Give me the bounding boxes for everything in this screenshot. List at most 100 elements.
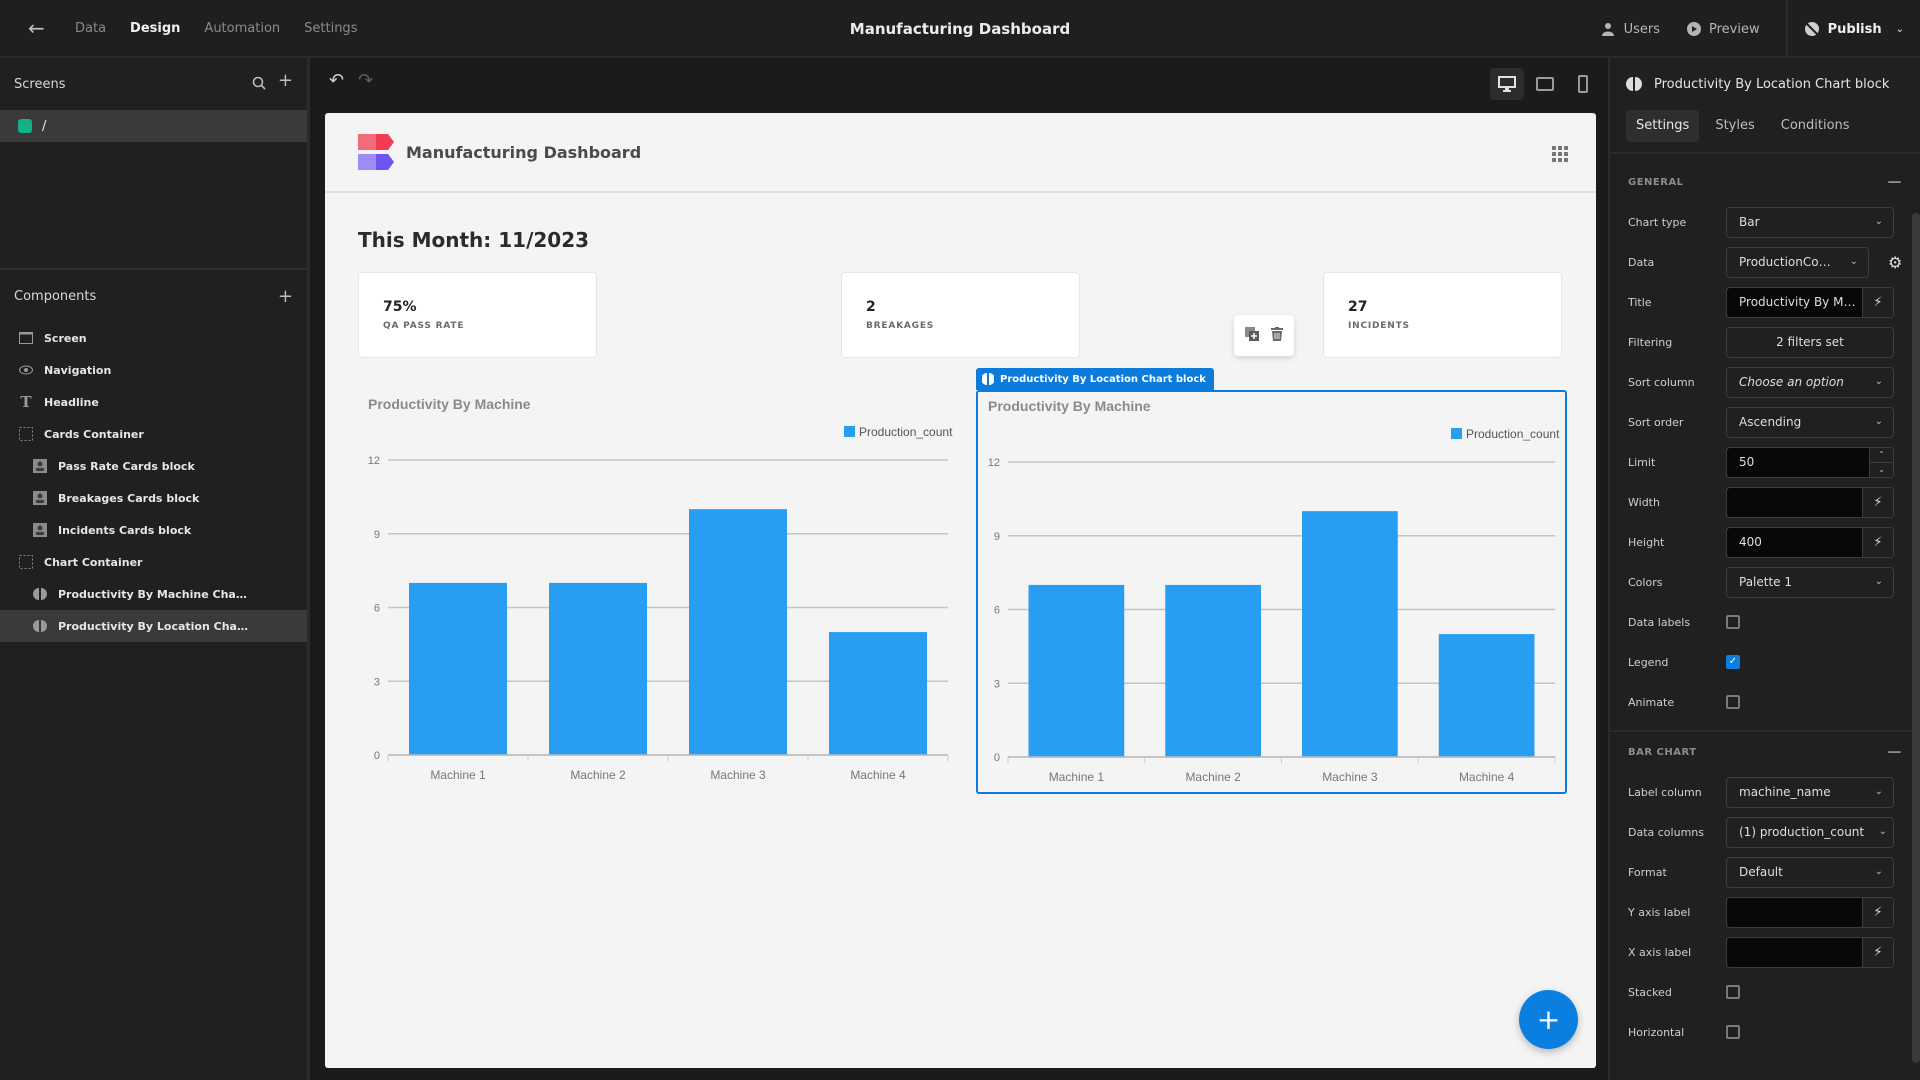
binding-bolt-icon[interactable]: ⚡︎	[1862, 287, 1893, 317]
add-component-icon[interactable]: +	[278, 286, 293, 307]
binding-bolt-icon[interactable]: ⚡︎	[1862, 487, 1893, 517]
data-labels-checkbox[interactable]	[1726, 615, 1740, 629]
sort-column-select[interactable]: Choose an option ⌄	[1726, 366, 1894, 398]
screen-item[interactable]: /	[0, 110, 307, 142]
component-label: Productivity By Machine Cha…	[58, 587, 247, 601]
mobile-view-button[interactable]	[1566, 68, 1600, 100]
productivity-by-location-chart[interactable]: Productivity By Machine Production_count 0…	[976, 390, 1567, 794]
sort-column-label: Sort column	[1628, 375, 1695, 389]
sort-column-placeholder: Choose an option	[1739, 375, 1844, 389]
height-value: 400	[1739, 535, 1762, 549]
preview-button[interactable]: Preview	[1686, 21, 1760, 37]
bar[interactable]	[689, 509, 787, 755]
component-item[interactable]: Incidents Cards block	[0, 514, 307, 546]
component-item[interactable]: Navigation	[0, 354, 307, 386]
horizontal-checkbox[interactable]	[1726, 1025, 1740, 1039]
breakages-card[interactable]: 2 BREAKAGES	[841, 272, 1080, 358]
binding-bolt-icon[interactable]: ⚡︎	[1862, 937, 1893, 967]
sort-order-value: Ascending	[1739, 415, 1802, 429]
collapse-icon[interactable]: —	[1888, 744, 1903, 760]
users-button[interactable]: Users	[1601, 21, 1660, 37]
duplicate-icon[interactable]	[1245, 326, 1259, 345]
component-item[interactable]: Cards Container	[0, 418, 307, 450]
chart-icon	[32, 618, 48, 634]
component-item[interactable]: Pass Rate Cards block	[0, 450, 307, 482]
component-item[interactable]: Productivity By Machine Cha…	[0, 578, 307, 610]
sort-order-select[interactable]: Ascending ⌄	[1726, 406, 1894, 438]
component-item[interactable]: Chart Container	[0, 546, 307, 578]
gear-icon[interactable]: ⚙	[1888, 253, 1902, 272]
filtering-button[interactable]: 2 filters set	[1726, 326, 1894, 358]
width-input[interactable]: ⚡︎	[1726, 486, 1894, 518]
component-item[interactable]: T Headline	[0, 386, 307, 418]
height-input[interactable]: 400 ⚡︎	[1726, 526, 1894, 558]
legend-label[interactable]: Production_count	[1466, 427, 1560, 441]
y-tick-label: 3	[374, 676, 380, 688]
chart-icon	[32, 586, 48, 602]
tab-automation[interactable]: Automation	[204, 0, 280, 58]
binding-bolt-icon[interactable]: ⚡︎	[1862, 897, 1893, 927]
component-label: Headline	[44, 395, 99, 409]
desktop-view-button[interactable]	[1490, 68, 1524, 100]
format-select[interactable]: Default ⌄	[1726, 856, 1894, 888]
card-value: 2	[866, 299, 876, 315]
bar[interactable]	[1028, 584, 1125, 757]
legend-checkbox[interactable]: ✓	[1726, 655, 1740, 669]
undo-icon[interactable]: ↶	[329, 70, 344, 91]
y-tick-label: 6	[994, 605, 1000, 617]
card-icon	[32, 458, 48, 474]
data-columns-select[interactable]: (1) production_count ⌄	[1726, 816, 1894, 848]
colors-select[interactable]: Palette 1 ⌄	[1726, 566, 1894, 598]
chevron-down-icon: ⌄	[1874, 575, 1883, 587]
tab-styles[interactable]: Styles	[1705, 110, 1764, 142]
limit-stepper[interactable]: ⌃ ⌄	[1869, 447, 1893, 477]
title-input[interactable]: Productivity By M… ⚡︎	[1726, 286, 1894, 318]
bar[interactable]	[829, 632, 927, 755]
productivity-by-machine-chart[interactable]: Productivity By Machine Production_count 0…	[358, 390, 958, 792]
tab-settings[interactable]: Settings	[304, 0, 357, 58]
settings-scrollbar[interactable]	[1912, 213, 1920, 1063]
bar[interactable]	[1165, 584, 1261, 757]
bar[interactable]	[1438, 634, 1535, 757]
limit-input[interactable]: 50 ⌃ ⌄	[1726, 446, 1894, 478]
x-tick-label: Machine 1	[430, 768, 486, 782]
legend-label[interactable]: Production_count	[859, 425, 953, 439]
tablet-view-button[interactable]	[1528, 68, 1562, 100]
tab-conditions[interactable]: Conditions	[1771, 110, 1860, 142]
stacked-checkbox[interactable]	[1726, 985, 1740, 999]
component-item[interactable]: Breakages Cards block	[0, 482, 307, 514]
y-tick-label: 0	[994, 752, 1000, 764]
component-item[interactable]: Screen	[0, 322, 307, 354]
back-arrow-icon[interactable]: ←	[28, 17, 50, 39]
binding-bolt-icon[interactable]: ⚡︎	[1862, 527, 1893, 557]
x-axis-label-input[interactable]: ⚡︎	[1726, 936, 1894, 968]
data-source-select[interactable]: ProductionCo… ⌄	[1726, 246, 1869, 278]
add-component-fab[interactable]: +	[1519, 990, 1578, 1049]
x-tick-label: Machine 3	[710, 768, 766, 782]
component-tree: Screen Navigation T Headline Cards Container…	[0, 322, 307, 642]
pass-rate-card[interactable]: 75% QA PASS RATE	[358, 272, 597, 358]
y-axis-label-input[interactable]: ⚡︎	[1726, 896, 1894, 928]
incidents-card[interactable]: 27 INCIDENTS	[1323, 272, 1562, 358]
tab-design[interactable]: Design	[130, 0, 181, 60]
stepper-up-icon[interactable]: ⌃	[1870, 448, 1893, 463]
trash-icon[interactable]	[1271, 326, 1283, 345]
y-tick-label: 9	[994, 531, 1000, 543]
redo-icon[interactable]: ↷	[358, 70, 373, 91]
stepper-down-icon[interactable]: ⌄	[1870, 463, 1893, 477]
tab-data[interactable]: Data	[75, 0, 106, 58]
component-item[interactable]: Productivity By Location Cha…	[0, 610, 307, 642]
label-column-select[interactable]: machine_name ⌄	[1726, 776, 1894, 808]
chart-type-select[interactable]: Bar ⌄	[1726, 206, 1894, 238]
bar[interactable]	[409, 582, 507, 755]
add-screen-icon[interactable]: +	[278, 71, 293, 95]
bar[interactable]	[1302, 511, 1398, 757]
apps-grid-icon[interactable]	[1552, 146, 1568, 162]
tab-settings[interactable]: Settings	[1626, 110, 1700, 142]
animate-checkbox[interactable]	[1726, 695, 1740, 709]
chevron-down-icon: ⌄	[1874, 375, 1883, 387]
publish-button[interactable]: Publish ⌄	[1785, 0, 1920, 58]
search-icon[interactable]	[252, 74, 266, 95]
collapse-icon[interactable]: —	[1888, 174, 1903, 190]
bar[interactable]	[549, 582, 647, 755]
